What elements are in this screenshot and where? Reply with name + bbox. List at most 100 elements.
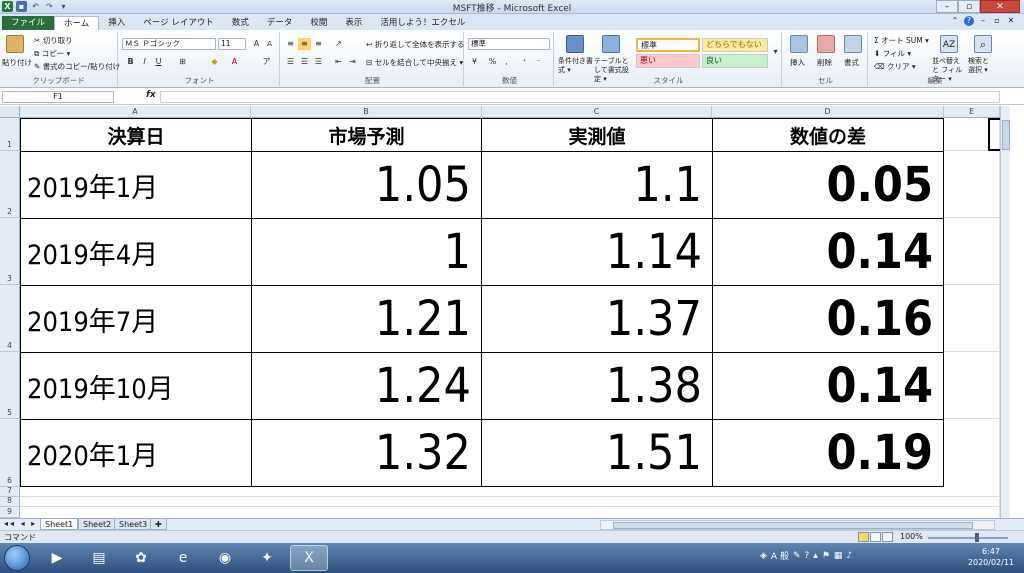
styles-more-icon[interactable]: ▾ xyxy=(769,46,782,58)
table-cell-actual[interactable]: 1.51 xyxy=(482,420,713,487)
excel-taskbar-icon[interactable]: X xyxy=(290,545,328,571)
help-icon[interactable]: ? xyxy=(964,16,974,26)
copy-button[interactable]: ⧉ コピー ▾ xyxy=(34,48,70,59)
delete-cells-button[interactable]: 削除 xyxy=(817,57,832,68)
cut-button[interactable]: ✂ 切り取り xyxy=(34,35,73,46)
comma-button[interactable]: , xyxy=(500,56,513,68)
flag-icon[interactable]: ⚑ xyxy=(822,551,830,561)
table-header-cell[interactable]: 実測値 xyxy=(482,118,713,152)
format-painter-button[interactable]: ✎ 書式のコピー/貼り付け xyxy=(34,61,120,72)
table-cell-date[interactable]: 2020年1月 xyxy=(20,420,252,487)
increase-decimal-icon[interactable]: ⁺ xyxy=(518,56,531,68)
align-left-icon[interactable]: ☰ xyxy=(284,56,297,68)
tab-home[interactable]: ホーム xyxy=(54,16,100,30)
taskbar-clock[interactable]: 6:47 2020/02/11 xyxy=(968,546,1014,568)
normal-view-button[interactable] xyxy=(858,532,869,542)
paste-button[interactable]: 貼り付け xyxy=(2,57,32,68)
column-header-c[interactable]: C xyxy=(482,106,712,118)
ie-browser-icon[interactable]: e xyxy=(164,545,202,571)
horizontal-scrollbar[interactable] xyxy=(600,520,995,530)
ime-tools-icon[interactable]: ✎ xyxy=(793,551,801,561)
row-header-5[interactable]: 5 xyxy=(0,352,20,419)
style-good[interactable]: 良い xyxy=(702,54,768,68)
insert-cells-icon[interactable] xyxy=(790,35,808,53)
table-header-cell[interactable]: 市場予測 xyxy=(252,118,482,152)
table-cell-difference[interactable]: 0.19 xyxy=(713,420,944,487)
underline-button[interactable]: U xyxy=(152,56,165,68)
table-cell-forecast[interactable]: 1.21 xyxy=(252,286,482,353)
fill-button[interactable]: ⬇ フィル ▾ xyxy=(874,48,911,59)
tray-app-icon[interactable]: ◈ xyxy=(760,551,767,561)
font-name-combo[interactable]: ＭＳ Ｐゴシック xyxy=(122,38,216,50)
row-header-2[interactable]: 2 xyxy=(0,151,20,218)
tab-review[interactable]: 校閲 xyxy=(301,16,336,30)
style-neutral[interactable]: どちらでもない xyxy=(702,38,768,52)
style-bad[interactable]: 悪い xyxy=(636,54,700,68)
merge-center-button[interactable]: ⊟ セルを結合して中央揃え ▾ xyxy=(366,57,463,68)
clear-button[interactable]: ⌫ クリア ▾ xyxy=(874,61,916,72)
sheet-tab-2[interactable]: Sheet2 xyxy=(78,519,117,530)
format-cells-icon[interactable] xyxy=(844,35,862,53)
table-cell-actual[interactable]: 1.14 xyxy=(482,219,713,286)
row-header-6[interactable]: 6 xyxy=(0,419,20,487)
folder-icon[interactable]: ▤ xyxy=(80,545,118,571)
horizontal-scroll-thumb[interactable] xyxy=(613,522,973,529)
name-box[interactable]: F1 xyxy=(2,91,114,103)
column-header-a[interactable]: A xyxy=(20,106,251,118)
maximize-button[interactable]: ▫ xyxy=(958,0,980,13)
align-right-icon[interactable]: ☰ xyxy=(312,56,325,68)
table-cell-forecast[interactable]: 1.32 xyxy=(252,420,482,487)
row-header-9[interactable]: 9 xyxy=(0,507,20,518)
row-header-8[interactable]: 8 xyxy=(0,496,20,507)
tab-data[interactable]: データ xyxy=(258,16,302,30)
start-button[interactable] xyxy=(4,545,30,571)
sheet-tab-1[interactable]: Sheet1 xyxy=(40,519,79,530)
tab-addin[interactable]: 活用しよう！エクセル xyxy=(371,16,474,30)
table-cell-actual[interactable]: 1.38 xyxy=(482,353,713,420)
table-cell-difference[interactable]: 0.05 xyxy=(713,152,944,219)
number-format-combo[interactable]: 標準 xyxy=(468,38,550,50)
paint-icon[interactable]: ✿ xyxy=(122,545,160,571)
percent-button[interactable]: % xyxy=(486,56,499,68)
insert-cells-button[interactable]: 挿入 xyxy=(790,57,805,68)
doc-minimize-icon[interactable]: – xyxy=(978,16,988,26)
conditional-format-icon[interactable] xyxy=(566,35,584,53)
fill-color-icon[interactable]: ◆ xyxy=(208,56,221,68)
insert-function-button[interactable]: fx xyxy=(146,90,156,100)
collapse-ribbon-icon[interactable]: ⌃ xyxy=(950,16,960,26)
currency-icon[interactable]: ¥ xyxy=(468,56,481,68)
font-color-icon[interactable]: A xyxy=(228,56,241,68)
game-icon[interactable]: ✦ xyxy=(248,545,286,571)
tab-formulas[interactable]: 数式 xyxy=(223,16,258,30)
zoom-level[interactable]: 100% xyxy=(900,532,923,541)
row-header-3[interactable]: 3 xyxy=(0,218,20,285)
orientation-icon[interactable]: ↗ xyxy=(332,38,345,50)
zoom-slider-knob[interactable] xyxy=(975,533,979,542)
table-cell-date[interactable]: 2019年7月 xyxy=(20,286,252,353)
table-cell-forecast[interactable]: 1.24 xyxy=(252,353,482,420)
font-size-combo[interactable]: 11 xyxy=(218,38,246,50)
page-layout-view-button[interactable] xyxy=(870,532,881,542)
delete-cells-icon[interactable] xyxy=(817,35,835,53)
column-header-e[interactable]: E xyxy=(944,106,1000,118)
border-icon[interactable]: ⊞ xyxy=(176,56,189,68)
column-header-d[interactable]: D xyxy=(712,106,944,118)
volume-icon[interactable]: ♪ xyxy=(846,551,852,561)
table-cell-difference[interactable]: 0.16 xyxy=(713,286,944,353)
minimize-button[interactable]: – xyxy=(936,0,958,13)
vertical-scrollbar[interactable] xyxy=(1000,106,1010,518)
table-cell-forecast[interactable]: 1 xyxy=(252,219,482,286)
chrome-icon[interactable]: ◉ xyxy=(206,545,244,571)
wrap-text-button[interactable]: ↩ 折り返して全体を表示する xyxy=(366,39,464,50)
sheet-tab-3[interactable]: Sheet3 xyxy=(114,519,153,530)
row-header-1[interactable]: 1 xyxy=(0,118,20,151)
tab-view[interactable]: 表示 xyxy=(336,16,371,30)
decrease-indent-icon[interactable]: ⇤ xyxy=(332,56,345,68)
doc-restore-icon[interactable]: ▫ xyxy=(992,16,1002,26)
page-break-view-button[interactable] xyxy=(882,532,893,542)
table-header-cell[interactable]: 数値の差 xyxy=(713,118,944,152)
align-center-icon[interactable]: ☰ xyxy=(298,56,311,68)
network-icon[interactable]: ▦ xyxy=(834,551,843,561)
help-tray-icon[interactable]: ? xyxy=(805,551,810,561)
show-hidden-icons[interactable]: ▴ xyxy=(813,551,818,561)
